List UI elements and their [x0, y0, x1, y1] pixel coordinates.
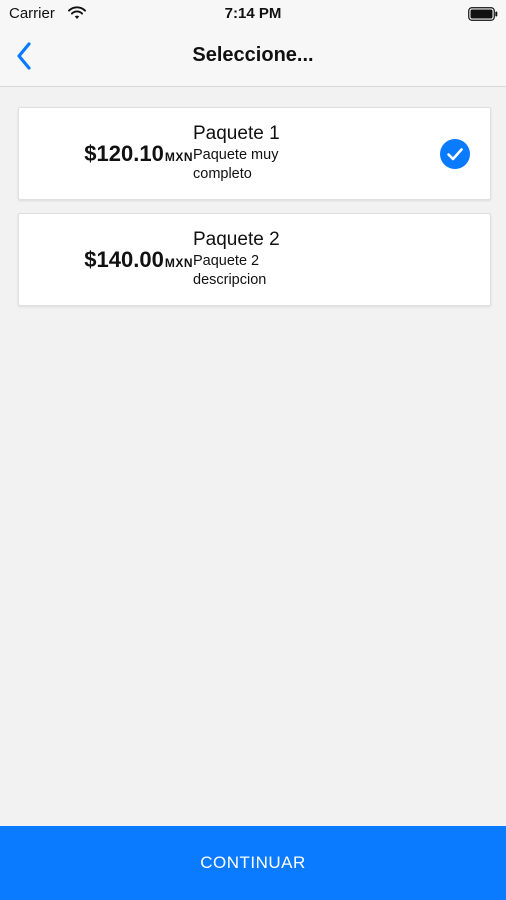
page-title: Seleccione... [192, 44, 314, 66]
price-amount: $140.00 [84, 246, 164, 272]
package-info: Paquete 2 Paquete 2 descripcion [193, 228, 423, 290]
price-currency: MXN [164, 255, 193, 270]
navigation-bar: Seleccione... [0, 30, 506, 87]
back-button[interactable] [4, 36, 44, 80]
battery-icon [468, 7, 498, 21]
price-currency: MXN [164, 149, 193, 164]
status-bar: Carrier 7:14 PM [0, 0, 506, 30]
package-price: $140.00 MXN [19, 214, 193, 305]
package-name: Paquete 2 [193, 229, 280, 250]
clock-label: 7:14 PM [224, 5, 282, 22]
package-name: Paquete 1 [193, 123, 280, 144]
package-price: $120.10 MXN [19, 108, 193, 199]
package-card-2[interactable]: $140.00 MXN Paquete 2 Paquete 2 descripc… [18, 213, 491, 306]
package-list: $120.10 MXN Paquete 1 Paquete muy comple… [0, 87, 506, 826]
package-description: Paquete muy completo [193, 147, 279, 182]
package-card-1[interactable]: $120.10 MXN Paquete 1 Paquete muy comple… [18, 107, 491, 200]
package-info: Paquete 1 Paquete muy completo [193, 122, 423, 184]
chevron-left-icon [16, 41, 32, 75]
checkmark-icon [440, 139, 470, 169]
continue-button[interactable]: CONTINUAR [0, 826, 506, 900]
price-amount: $120.10 [84, 140, 164, 166]
package-description: Paquete 2 descripcion [193, 253, 267, 288]
screen: Carrier 7:14 PM Seleccione... $120.10 MX… [0, 0, 506, 900]
